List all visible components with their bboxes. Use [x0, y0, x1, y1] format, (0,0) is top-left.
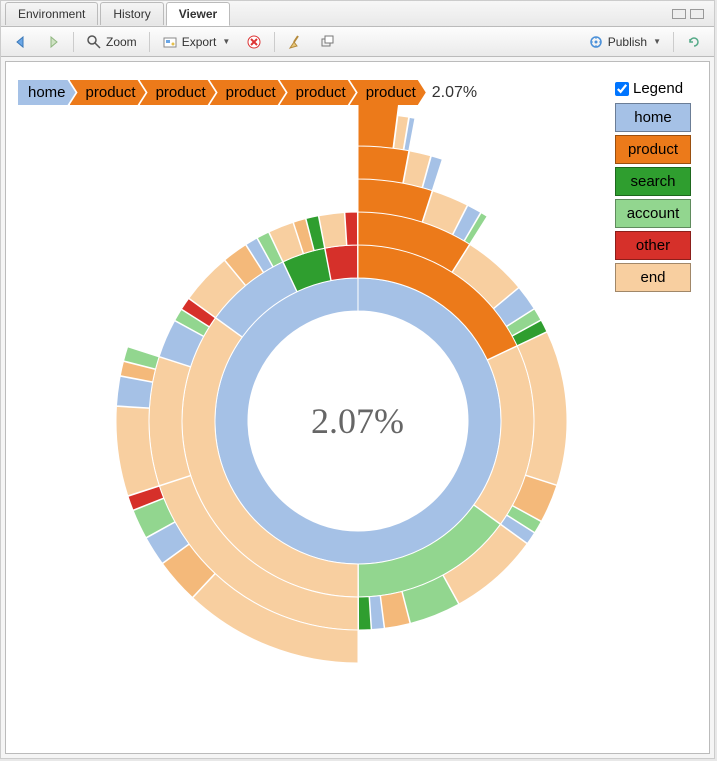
legend-item-account[interactable]: account	[615, 199, 691, 228]
breadcrumb-item-product[interactable]: product	[350, 80, 426, 105]
zoom-button[interactable]: Zoom	[80, 31, 143, 53]
broom-icon	[287, 34, 303, 50]
viewer-toolbar: Zoom Export ▼ Publish ▼	[1, 27, 714, 57]
legend-item-other[interactable]: other	[615, 231, 691, 260]
breadcrumb-item-product[interactable]: product	[280, 80, 356, 105]
remove-button[interactable]	[240, 31, 268, 53]
legend-checkbox[interactable]	[615, 82, 629, 96]
breadcrumb-item-product[interactable]: product	[140, 80, 216, 105]
forward-button[interactable]	[39, 31, 67, 53]
breadcrumb-item-product[interactable]: product	[70, 80, 146, 105]
zoom-label: Zoom	[106, 35, 137, 49]
publish-button[interactable]: Publish ▼	[582, 31, 667, 53]
tab-viewer[interactable]: Viewer	[166, 2, 230, 26]
legend: Legend home product search account other end	[615, 80, 691, 295]
toolbar-separator	[673, 32, 674, 52]
window-controls	[672, 9, 710, 19]
breadcrumb: homeproductproductproductproductproduct2…	[24, 80, 477, 105]
tab-history[interactable]: History	[100, 2, 163, 25]
chevron-down-icon: ▼	[653, 37, 661, 46]
legend-item-product[interactable]: product	[615, 135, 691, 164]
legend-item-home[interactable]: home	[615, 103, 691, 132]
tab-bar: Environment History Viewer	[1, 1, 714, 27]
clear-button[interactable]	[281, 31, 309, 53]
export-label: Export	[182, 35, 217, 49]
rstudio-pane: Environment History Viewer Zoom Export ▼	[0, 0, 715, 759]
chevron-down-icon: ▼	[222, 37, 230, 46]
tab-environment[interactable]: Environment	[5, 2, 98, 25]
sunburst-arc-product[interactable]	[358, 102, 399, 149]
refresh-button[interactable]	[680, 31, 708, 53]
sunburst-arc-other[interactable]	[344, 212, 357, 245]
breadcrumb-value: 2.07%	[432, 84, 477, 102]
back-button[interactable]	[7, 31, 35, 53]
legend-label: Legend	[633, 80, 683, 97]
toolbar-separator	[73, 32, 74, 52]
toolbar-separator	[149, 32, 150, 52]
breadcrumb-item-product[interactable]: product	[210, 80, 286, 105]
toolbar-separator	[274, 32, 275, 52]
export-icon	[162, 34, 178, 50]
sunburst-arc-search[interactable]	[358, 597, 371, 630]
refresh-icon	[686, 34, 702, 50]
sunburst-arc-other[interactable]	[325, 245, 358, 281]
popout-button[interactable]	[313, 31, 341, 53]
legend-toggle[interactable]: Legend	[615, 80, 691, 97]
remove-icon	[246, 34, 262, 50]
zoom-icon	[86, 34, 102, 50]
viewer-area: homeproductproductproductproductproduct2…	[5, 61, 710, 754]
breadcrumb-item-home[interactable]: home	[18, 80, 76, 105]
legend-item-search[interactable]: search	[615, 167, 691, 196]
minimize-icon[interactable]	[672, 9, 686, 19]
publish-label: Publish	[608, 35, 647, 49]
legend-item-end[interactable]: end	[615, 263, 691, 292]
arrow-right-icon	[45, 34, 61, 50]
publish-icon	[588, 34, 604, 50]
arrow-left-icon	[13, 34, 29, 50]
center-value: 2.07%	[311, 400, 404, 442]
popout-icon	[319, 34, 335, 50]
export-button[interactable]: Export ▼	[156, 31, 237, 53]
maximize-icon[interactable]	[690, 9, 704, 19]
